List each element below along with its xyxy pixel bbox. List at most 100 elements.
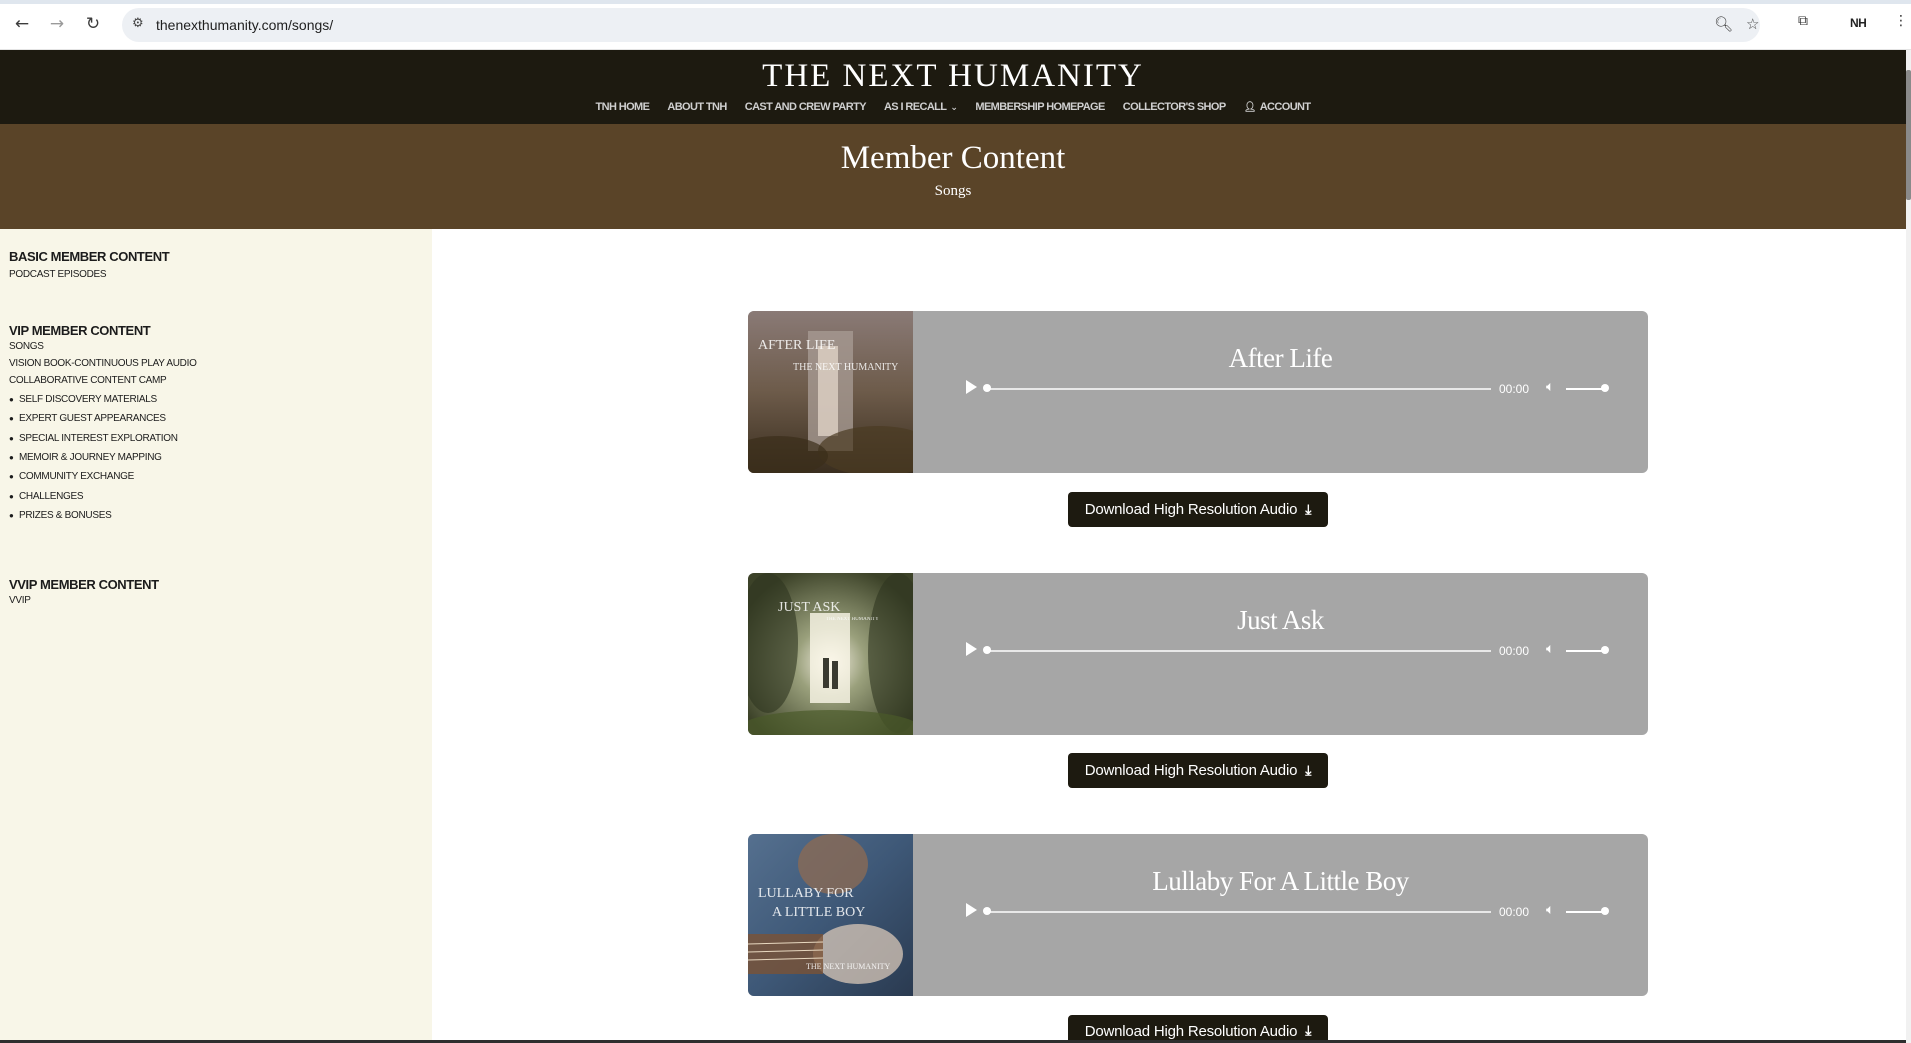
album-cover: AFTER LIFE THE NEXT HUMANITY [748,311,913,473]
nav-about-tnh[interactable]: ABOUT TNH [667,101,727,113]
list-item-label: PRIZES & BONUSES [19,510,112,521]
arrow-right-icon: → [49,14,65,34]
play-button[interactable] [966,380,977,394]
tab-search-icon[interactable]: ⧉ [1798,13,1808,29]
bullet-icon: ● [9,434,14,443]
sidebar-list-item[interactable]: ● SELF DISCOVERY MATERIALS [9,394,157,405]
volume-handle[interactable] [1601,384,1609,392]
volume-slider[interactable] [1566,911,1604,913]
download-button-after-life[interactable]: Download High Resolution Audio ⤓ [1068,492,1328,527]
play-button[interactable] [966,903,977,917]
sidebar-list-item[interactable]: ● SPECIAL INTEREST EXPLORATION [9,433,178,444]
volume-icon[interactable]: 🔈︎ [1546,902,1554,918]
progress-handle[interactable] [983,384,991,392]
nav-label: MEMBERSHIP HOMEPAGE [975,101,1105,113]
forward-button[interactable]: → [46,13,68,35]
nav-tnh-home[interactable]: TNH HOME [595,101,649,113]
progress-handle[interactable] [983,646,991,654]
sidebar-list-item[interactable]: ● MEMOIR & JOURNEY MAPPING [9,452,162,463]
song-title: Just Ask [1237,605,1324,635]
download-label: Download High Resolution Audio [1084,1023,1298,1040]
cover-title-line2: A LITTLE BOY [772,905,866,920]
bullet-icon: ● [9,453,14,462]
volume-handle[interactable] [1601,646,1609,654]
nav-label: ABOUT TNH [667,101,727,113]
reload-button[interactable]: ↻ [82,13,104,35]
sidebar-link-vision-book[interactable]: VISION BOOK-CONTINUOUS PLAY AUDIO [9,358,197,369]
bullet-icon: ● [9,395,14,404]
cover-credit: THE NEXT HUMANITY [826,617,879,622]
sidebar-list-item[interactable]: ● COMMUNITY EXCHANGE [9,471,134,482]
sidebar-link-podcast-episodes[interactable]: PODCAST EPISODES [9,269,107,280]
bookmark-star-icon[interactable]: ☆ [1746,15,1759,33]
cover-title: AFTER LIFE [758,338,836,353]
list-item-label: SELF DISCOVERY MATERIALS [19,394,157,405]
list-item-label: SPECIAL INTEREST EXPLORATION [19,433,178,444]
page-scrollbar[interactable] [1906,50,1911,1043]
nav-account[interactable]: 👤︎ ACCOUNT [1243,101,1312,113]
site-info-icon[interactable]: ⚙ [132,16,144,31]
time-display: 00:00 [1499,382,1530,396]
nav-as-i-recall[interactable]: AS I RECALL ⌄ [883,101,958,113]
list-item-label: MEMOIR & JOURNEY MAPPING [19,452,162,463]
sidebar-heading-vip: VIP MEMBER CONTENT [9,323,151,338]
volume-icon[interactable]: 🔈︎ [1546,379,1554,395]
cover-credit: THE NEXT HUMANITY [793,362,899,373]
song-title: Lullaby For A Little Boy [1152,866,1409,896]
sidebar-link-collaborative-camp[interactable]: COLLABORATIVE CONTENT CAMP [9,375,167,386]
page-title: Member Content [840,140,1066,176]
scrollbar-thumb[interactable] [1906,70,1911,200]
user-icon: 👤︎ [1243,102,1257,113]
member-sidebar: BASIC MEMBER CONTENT PODCAST EPISODES VI… [0,229,432,1043]
kebab-menu-icon[interactable]: ⋮ [1894,13,1908,29]
sidebar-link-vvip[interactable]: VVIP [9,595,31,606]
progress-track[interactable] [986,911,1491,913]
audio-player: 00:00 🔈︎ [966,641,1609,661]
sidebar-list-item[interactable]: ● CHALLENGES [9,491,84,502]
download-button-just-ask[interactable]: Download High Resolution Audio ⤓ [1068,753,1328,788]
nav-label: TNH HOME [595,101,650,113]
download-label: Download High Resolution Audio [1084,762,1298,779]
volume-handle[interactable] [1601,907,1609,915]
album-cover: LULLABY FOR A LITTLE BOY THE NEXT HUMANI… [748,834,913,996]
address-bar[interactable]: ⚙ thenexthumanity.com/songs/ 🔍︎ ☆ [122,8,1760,42]
cover-art-after-life [748,311,913,473]
list-item-label: COMMUNITY EXCHANGE [19,471,134,482]
main-nav: TNH HOME ABOUT TNH CAST AND CREW PARTY A… [0,101,1906,113]
back-button[interactable]: ← [11,13,33,35]
sidebar-list-item[interactable]: ● PRIZES & BONUSES [9,510,112,521]
sidebar-heading-vvip: VVIP MEMBER CONTENT [9,577,159,592]
progress-track[interactable] [986,650,1491,652]
chevron-down-icon: ⌄ [950,103,958,113]
page-hero: Member Content Songs [0,124,1906,229]
cover-credit: THE NEXT HUMANITY [806,962,891,971]
volume-slider[interactable] [1566,388,1604,390]
nav-label: AS I RECALL [883,101,947,113]
song-title: After Life [1228,343,1333,373]
download-button-lullaby[interactable]: Download High Resolution Audio ⤓ [1068,1015,1328,1043]
volume-slider[interactable] [1566,650,1604,652]
nav-membership-homepage[interactable]: MEMBERSHIP HOMEPAGE [975,101,1105,113]
download-icon: ⤓ [1305,762,1312,779]
site-header: THE NEXT HUMANITY TNH HOME ABOUT TNH CAS… [0,50,1906,124]
url-text[interactable]: thenexthumanity.com/songs/ [156,17,333,33]
download-icon: ⤓ [1305,1023,1312,1039]
tab-strip-edge [0,0,1911,4]
sidebar-list-item[interactable]: ● EXPERT GUEST APPEARANCES [9,413,166,424]
nav-collectors-shop[interactable]: COLLECTOR'S SHOP [1123,101,1226,113]
nav-label: COLLECTOR'S SHOP [1122,101,1226,113]
album-cover: JUST ASK THE NEXT HUMANITY [748,573,913,735]
zoom-icon[interactable]: 🔍︎ [1714,15,1733,33]
volume-icon[interactable]: 🔈︎ [1546,641,1554,657]
sidebar-link-songs[interactable]: SONGS [9,341,44,352]
profile-avatar[interactable]: NH [1850,16,1867,30]
cover-art-just-ask [748,573,913,735]
progress-track[interactable] [986,388,1491,390]
reload-icon: ↻ [85,14,101,34]
site-logo[interactable]: THE NEXT HUMANITY [0,58,1906,95]
nav-cast-crew-party[interactable]: CAST AND CREW PARTY [745,101,867,113]
song-card-just-ask: JUST ASK THE NEXT HUMANITY Just Ask 00:0… [748,573,1648,735]
progress-handle[interactable] [983,907,991,915]
play-button[interactable] [966,642,977,656]
song-card-after-life: AFTER LIFE THE NEXT HUMANITY After Life … [748,311,1648,473]
